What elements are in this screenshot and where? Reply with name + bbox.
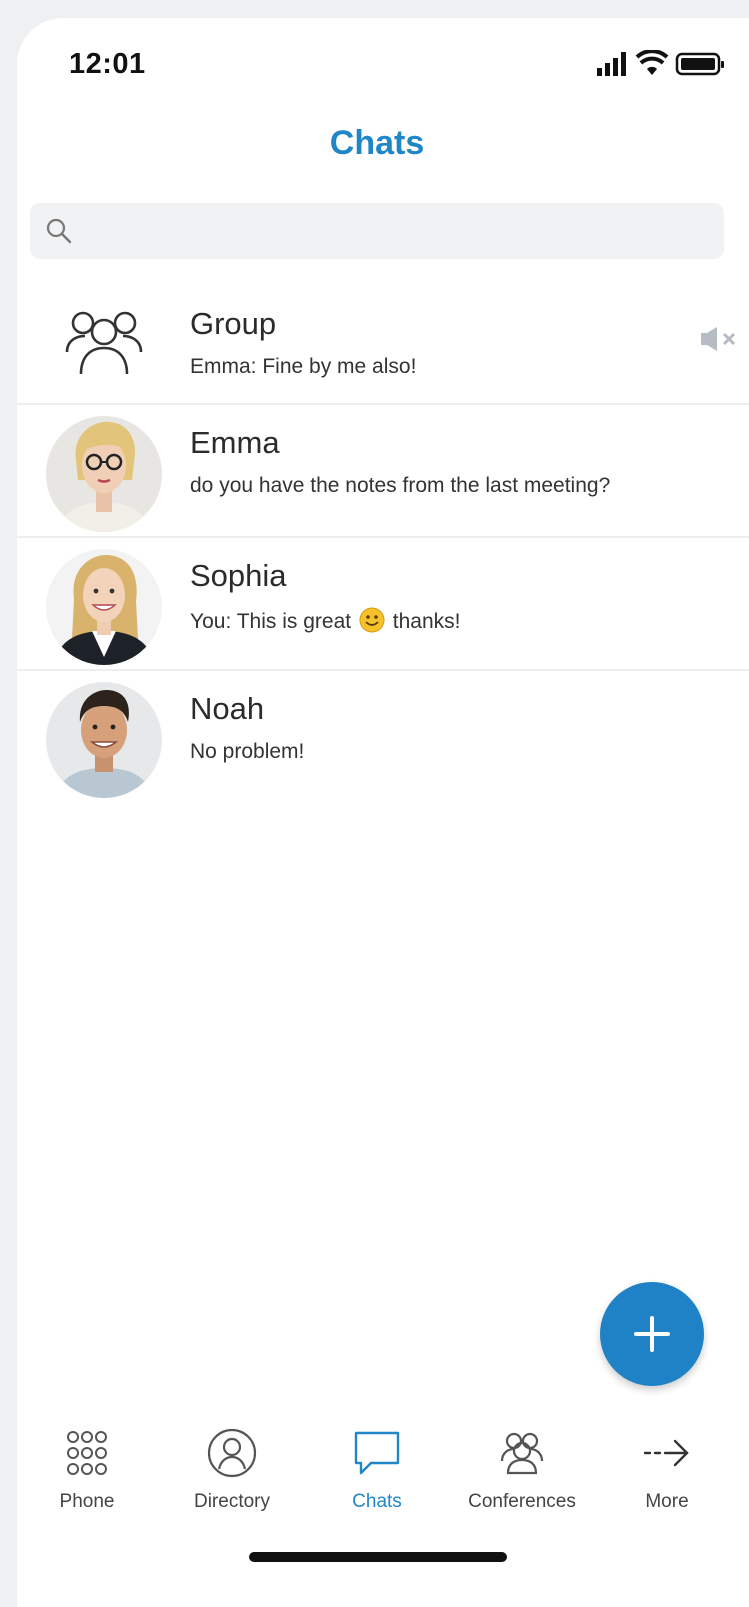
- chat-row-emma[interactable]: Emma do you have the notes from the last…: [17, 403, 749, 535]
- wifi-icon: [635, 49, 669, 75]
- chat-name: Noah: [190, 691, 265, 726]
- tab-phone[interactable]: Phone: [17, 1413, 157, 1523]
- chat-name: Group: [190, 306, 277, 341]
- tab-more[interactable]: More: [597, 1413, 737, 1523]
- search-bar[interactable]: [30, 203, 724, 261]
- plus-icon: [634, 1316, 670, 1352]
- battery-icon: [675, 52, 724, 76]
- chat-row-sophia[interactable]: Sophia You: This is great thanks!: [17, 536, 749, 668]
- home-indicator: [249, 1552, 507, 1562]
- tab-label: Conferences: [468, 1491, 576, 1512]
- status-icons: [597, 49, 729, 78]
- chat-preview: No problem!: [190, 740, 305, 763]
- signal-icon: [597, 52, 626, 76]
- mute-icon: [701, 327, 736, 351]
- chat-row-group[interactable]: Group Emma: Fine by me also!: [17, 284, 749, 416]
- chat-preview: Emma: Fine by me also!: [190, 355, 417, 378]
- arrow-right-icon: [643, 1439, 689, 1467]
- search-icon: [46, 218, 72, 244]
- status-time: 12:01: [69, 48, 146, 80]
- chat-row-noah[interactable]: Noah No problem!: [17, 669, 749, 801]
- tab-label: More: [645, 1491, 689, 1512]
- new-chat-button[interactable]: [600, 1282, 704, 1386]
- chat-bubble-icon: [354, 1431, 400, 1475]
- tab-chats[interactable]: Chats: [307, 1413, 447, 1523]
- tab-label: Chats: [352, 1491, 402, 1512]
- preview-text: You: This is great: [190, 610, 352, 633]
- tab-label: Directory: [193, 1491, 270, 1512]
- avatar-noah: [46, 682, 162, 798]
- smiley-emoji-icon: [359, 607, 385, 633]
- page-title: Chats: [329, 124, 425, 162]
- dialpad-icon: [67, 1431, 107, 1475]
- chat-name: Sophia: [190, 558, 287, 593]
- people-icon: [500, 1432, 544, 1475]
- group-icon: [65, 311, 143, 375]
- person-circle-icon: [207, 1428, 257, 1478]
- chat-preview: You: This is great thanks!: [190, 607, 461, 634]
- tab-directory[interactable]: Directory: [162, 1413, 302, 1523]
- tab-label: Phone: [59, 1491, 115, 1512]
- chat-preview: do you have the notes from the last meet…: [190, 474, 611, 497]
- avatar-emma: [46, 416, 162, 532]
- chat-name: Emma: [190, 425, 280, 460]
- phone-screen: 12:01 Chats Group Emma: Fine by me also!…: [17, 18, 749, 1607]
- tab-conferences[interactable]: Conferences: [452, 1413, 592, 1523]
- search-input[interactable]: [82, 203, 716, 261]
- preview-text: thanks!: [392, 610, 461, 633]
- avatar-sophia: [46, 549, 162, 665]
- tab-bar: Phone Directory Chats Conferences More: [17, 1413, 749, 1533]
